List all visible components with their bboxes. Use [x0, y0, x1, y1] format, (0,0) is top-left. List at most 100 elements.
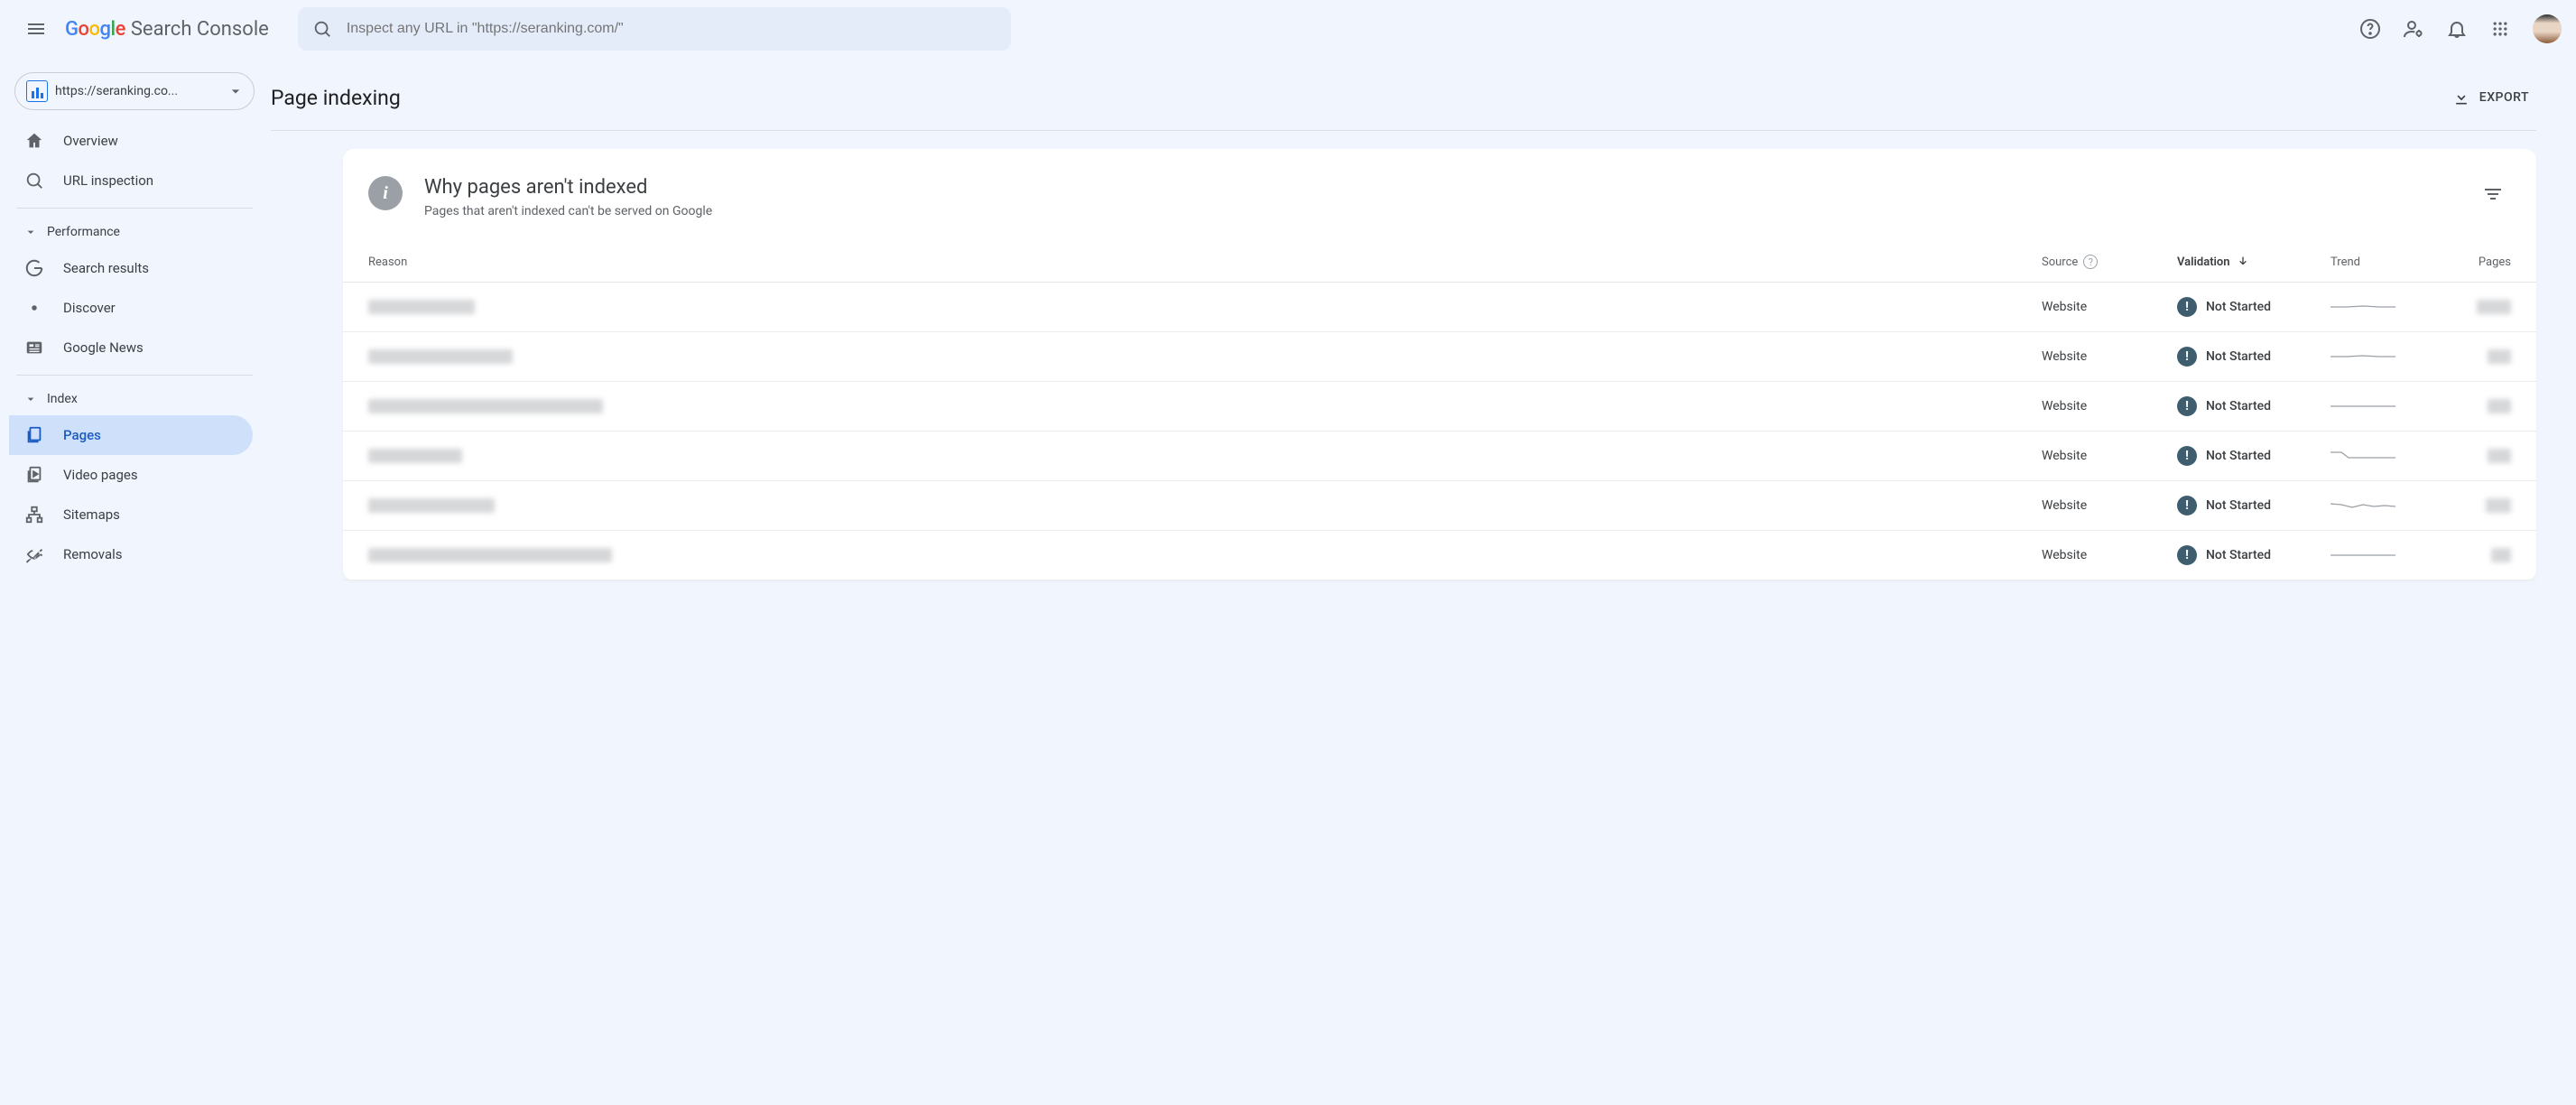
- sidebar-item-label: URL inspection: [63, 172, 153, 189]
- property-selector[interactable]: https://seranking.co...: [14, 72, 255, 110]
- table-row[interactable]: Website !Not Started: [343, 481, 2536, 531]
- card-title: Why pages aren't indexed: [424, 176, 2475, 199]
- redacted-pages: [2491, 548, 2511, 562]
- cell-source: Website: [2042, 449, 2177, 463]
- product-name: Search Console: [131, 18, 269, 41]
- sidebar-section-performance[interactable]: Performance: [9, 216, 260, 248]
- page-title: Page indexing: [271, 86, 401, 110]
- warning-icon: !: [2177, 396, 2197, 416]
- sparkline: [2330, 447, 2457, 465]
- sidebar-item-label: Overview: [63, 133, 118, 149]
- sidebar-section-label: Index: [47, 392, 78, 406]
- google-g-icon: [23, 258, 45, 278]
- news-icon: [23, 338, 45, 358]
- sidebar-item-search-results[interactable]: Search results: [9, 248, 253, 288]
- cell-source: Website: [2042, 548, 2177, 562]
- sidebar-item-discover[interactable]: Discover: [9, 288, 253, 328]
- warning-icon: !: [2177, 446, 2197, 466]
- export-button[interactable]: EXPORT: [2445, 83, 2536, 112]
- user-settings-button[interactable]: [2395, 11, 2432, 47]
- sidebar-item-label: Video pages: [63, 467, 138, 483]
- sidebar-section-label: Performance: [47, 225, 120, 239]
- warning-icon: !: [2177, 347, 2197, 367]
- removals-icon: [23, 544, 45, 564]
- redacted-reason: [368, 498, 495, 513]
- search-bar[interactable]: [298, 7, 1011, 51]
- cell-validation: !Not Started: [2177, 297, 2271, 317]
- table-row[interactable]: Website !Not Started: [343, 432, 2536, 481]
- filter-button[interactable]: [2475, 176, 2511, 212]
- sidebar-item-label: Discover: [63, 300, 116, 316]
- redacted-pages: [2488, 399, 2511, 413]
- redacted-pages: [2477, 300, 2511, 314]
- sparkline: [2330, 546, 2457, 564]
- help-button[interactable]: [2352, 11, 2388, 47]
- sidebar-section-index[interactable]: Index: [9, 383, 260, 415]
- table-row[interactable]: Website !Not Started: [343, 283, 2536, 332]
- menu-button[interactable]: [14, 7, 58, 51]
- table-row[interactable]: Website !Not Started: [343, 332, 2536, 382]
- column-header-trend[interactable]: Trend: [2330, 255, 2457, 269]
- column-header-validation[interactable]: Validation: [2177, 255, 2330, 269]
- warning-icon: !: [2177, 545, 2197, 565]
- sidebar-item-url-inspection[interactable]: URL inspection: [9, 161, 253, 200]
- logo: Google Search Console: [65, 18, 269, 41]
- chevron-down-icon: [227, 82, 245, 100]
- cell-validation: !Not Started: [2177, 496, 2271, 515]
- sparkline: [2330, 397, 2457, 415]
- redacted-reason: [368, 449, 462, 463]
- redacted-reason: [368, 548, 612, 562]
- sparkline: [2330, 298, 2457, 316]
- cell-source: Website: [2042, 498, 2177, 513]
- export-label: EXPORT: [2479, 90, 2529, 105]
- sort-down-icon: [2236, 255, 2250, 269]
- sidebar-item-label: Google News: [63, 339, 144, 356]
- table-row[interactable]: Website !Not Started: [343, 531, 2536, 580]
- redacted-pages: [2488, 349, 2511, 364]
- sidebar-item-sitemaps[interactable]: Sitemaps: [9, 495, 253, 534]
- chevron-down-icon: [23, 392, 38, 406]
- warning-icon: !: [2177, 297, 2197, 317]
- card-subtitle: Pages that aren't indexed can't be serve…: [424, 204, 2475, 218]
- sidebar-item-removals[interactable]: Removals: [9, 534, 253, 574]
- sidebar-item-label: Search results: [63, 260, 149, 276]
- video-pages-icon: [23, 465, 45, 485]
- cell-source: Website: [2042, 399, 2177, 413]
- notifications-button[interactable]: [2439, 11, 2475, 47]
- redacted-reason: [368, 349, 513, 364]
- sidebar-item-label: Removals: [63, 546, 123, 562]
- help-icon[interactable]: ?: [2083, 255, 2098, 269]
- redacted-reason: [368, 399, 603, 413]
- sidebar-item-video-pages[interactable]: Video pages: [9, 455, 253, 495]
- property-label: https://seranking.co...: [55, 84, 219, 98]
- column-header-reason[interactable]: Reason: [368, 255, 2042, 269]
- chevron-down-icon: [23, 225, 38, 239]
- home-icon: [23, 131, 45, 151]
- warning-icon: !: [2177, 496, 2197, 515]
- sidebar-item-google-news[interactable]: Google News: [9, 328, 253, 367]
- sidebar-item-overview[interactable]: Overview: [9, 121, 253, 161]
- cell-validation: !Not Started: [2177, 396, 2271, 416]
- not-indexed-card: i Why pages aren't indexed Pages that ar…: [343, 149, 2536, 580]
- pages-icon: [23, 425, 45, 445]
- redacted-reason: [368, 300, 475, 314]
- apps-button[interactable]: [2482, 11, 2518, 47]
- table-row[interactable]: Website !Not Started: [343, 382, 2536, 432]
- cell-validation: !Not Started: [2177, 545, 2271, 565]
- redacted-pages: [2488, 449, 2511, 463]
- info-icon: i: [368, 176, 403, 210]
- sidebar-item-pages[interactable]: Pages: [9, 415, 253, 455]
- search-input[interactable]: [347, 21, 1004, 37]
- discover-icon: [23, 298, 45, 318]
- avatar[interactable]: [2533, 14, 2562, 43]
- search-icon: [23, 171, 45, 190]
- download-icon: [2452, 88, 2470, 107]
- search-icon: [312, 19, 332, 39]
- column-header-pages[interactable]: Pages: [2457, 255, 2511, 269]
- sidebar-item-label: Sitemaps: [63, 506, 120, 523]
- cell-source: Website: [2042, 300, 2177, 314]
- column-header-source[interactable]: Source ?: [2042, 255, 2177, 269]
- sparkline: [2330, 497, 2457, 515]
- sidebar-item-label: Pages: [63, 427, 101, 443]
- sparkline: [2330, 348, 2457, 366]
